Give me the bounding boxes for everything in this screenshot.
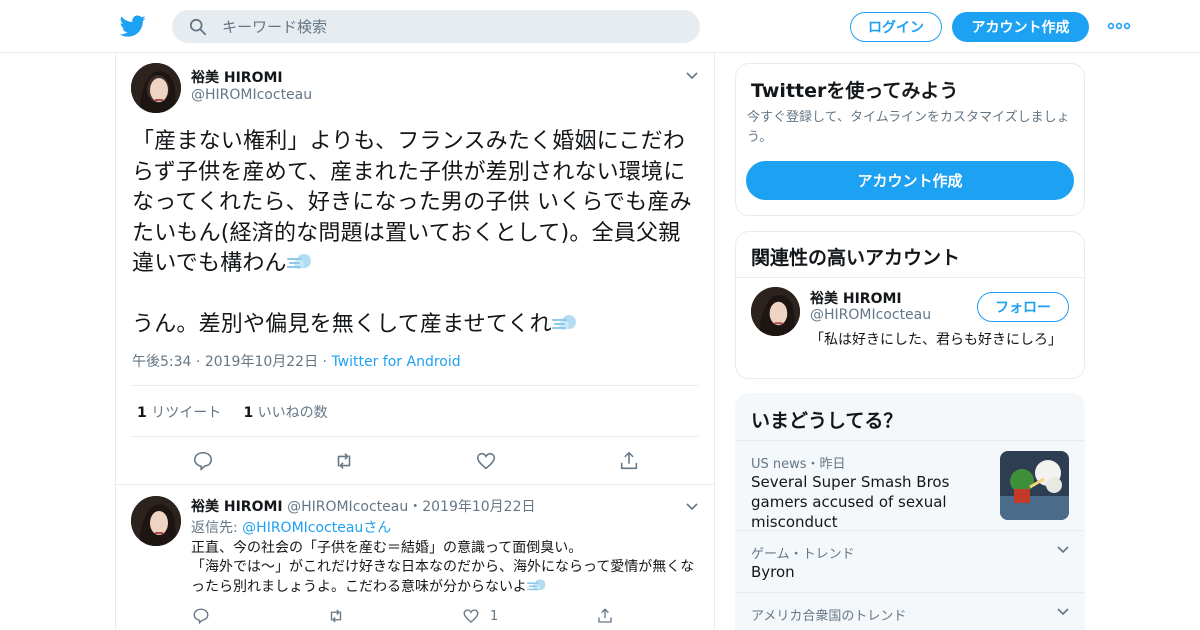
- author-name[interactable]: 裕美 HIROMI: [191, 67, 283, 87]
- trend-title[interactable]: Several Super Smash Bros gamers accused …: [751, 472, 996, 532]
- trends-title: いまどうしてる？: [751, 410, 903, 432]
- trend-thumbnail[interactable]: [1000, 451, 1069, 520]
- dash-emoji-icon: [551, 314, 576, 330]
- login-button[interactable]: ログイン: [850, 12, 942, 42]
- dash-emoji-icon: [286, 254, 311, 269]
- reply-text-body: 正直、今の社会の「子供を産む＝結婚」の意識って面倒臭い。 「海外では～」がこれだ…: [191, 540, 695, 595]
- avatar[interactable]: [131, 63, 181, 113]
- related-accounts-card: 関連性の高いアカウント 裕美 HIROMI @HIROMIcocteau フォロ…: [735, 231, 1085, 379]
- divider: [131, 385, 699, 386]
- search-icon: [189, 18, 207, 36]
- signup-button[interactable]: アカウント作成: [952, 12, 1089, 42]
- author-handle[interactable]: @HIROMIcocteau: [287, 499, 408, 515]
- reply-header: 裕美 HIROMI @HIROMIcocteau・2019年10月22日: [191, 499, 536, 515]
- reply-to-handle-link[interactable]: @HIROMIcocteau: [242, 520, 363, 536]
- reply-to-suffix: さん: [363, 520, 392, 536]
- retweet-icon[interactable]: [333, 450, 355, 472]
- retweet-icon[interactable]: [327, 607, 345, 625]
- reply-like-count: 1: [490, 609, 499, 624]
- related-account-bio: 「私は好きにした、君らも好きにしろ」: [810, 332, 1062, 348]
- tweet-text: 「産まない権利」よりも、フランスみたく婚姻にこだわらず子供を産めて、産まれた子供…: [132, 127, 702, 340]
- like-heart-icon[interactable]: [462, 607, 480, 625]
- like-heart-icon[interactable]: [475, 450, 497, 472]
- reply-icon[interactable]: [192, 450, 214, 472]
- tweet-metadata: 午後5:34 · 2019年10月22日 · Twitter for Andro…: [132, 354, 461, 370]
- tweet-date[interactable]: 2019年10月22日: [205, 354, 318, 370]
- trend-title[interactable]: Byron: [751, 562, 996, 582]
- divider: [736, 277, 1084, 278]
- main-timeline: 裕美 HIROMI @HIROMIcocteau 「産まない権利」よりも、フラン…: [115, 53, 715, 630]
- search-box[interactable]: [172, 10, 700, 43]
- like-count[interactable]: 1: [243, 405, 253, 421]
- signup-card-title: Twitterを使ってみよう: [751, 80, 959, 102]
- search-input[interactable]: [222, 10, 682, 43]
- create-account-button[interactable]: アカウント作成: [746, 161, 1074, 200]
- signup-card: Twitterを使ってみよう 今すぐ登録して、タイムラインをカスタマイズしましょ…: [735, 63, 1085, 216]
- related-account-handle[interactable]: @HIROMIcocteau: [810, 307, 931, 323]
- chevron-down-icon[interactable]: [1056, 607, 1070, 617]
- author-handle[interactable]: @HIROMIcocteau: [191, 87, 312, 103]
- avatar[interactable]: [131, 496, 181, 546]
- related-account-name[interactable]: 裕美 HIROMI: [810, 288, 902, 308]
- trends-card: いまどうしてる？ US news・昨日 Several Super Smash …: [735, 393, 1085, 630]
- tweet-stats: 1 リツイート 1 いいねの数: [137, 402, 328, 422]
- follow-button[interactable]: フォロー: [977, 292, 1069, 322]
- chevron-down-icon[interactable]: [685, 502, 699, 512]
- trend-item[interactable]: アメリカ合衆国のトレンド: [736, 592, 1084, 630]
- related-accounts-title: 関連性の高いアカウント: [751, 247, 961, 269]
- chevron-down-icon[interactable]: [1056, 545, 1070, 555]
- reply-to-label: 返信先:: [191, 520, 238, 536]
- tweet-text-part1: 「産まない権利」よりも、フランスみたく婚姻にこだわらず子供を産めて、産まれた子供…: [132, 129, 692, 276]
- reply-tweet[interactable]: 裕美 HIROMI @HIROMIcocteau・2019年10月22日 返信先…: [116, 486, 714, 630]
- trend-context: US news・昨日: [751, 457, 846, 472]
- reply-to-line: 返信先: @HIROMIcocteauさん: [191, 517, 391, 537]
- reply-icon[interactable]: [192, 607, 210, 625]
- more-options-icon[interactable]: [1107, 19, 1131, 33]
- chevron-down-icon[interactable]: [685, 71, 699, 81]
- share-icon[interactable]: [596, 607, 614, 625]
- reply-date[interactable]: 2019年10月22日: [422, 499, 535, 515]
- trend-item[interactable]: US news・昨日 Several Super Smash Bros game…: [736, 440, 1084, 532]
- focused-tweet: 裕美 HIROMI @HIROMIcocteau 「産まない権利」よりも、フラン…: [116, 53, 714, 485]
- signup-card-subtitle: 今すぐ登録して、タイムラインをカスタマイズしましょう。: [747, 110, 1070, 145]
- avatar[interactable]: [751, 287, 800, 336]
- retweet-label[interactable]: リツイート: [151, 405, 221, 421]
- tweet-text-part2: うん。差別や偏見を無くして産ませてくれ: [132, 311, 552, 337]
- twitter-bird-icon[interactable]: [120, 13, 146, 39]
- trend-context: アメリカ合衆国のトレンド: [751, 609, 907, 624]
- like-label[interactable]: いいねの数: [258, 405, 328, 421]
- author-name[interactable]: 裕美 HIROMI: [191, 499, 283, 515]
- tweet-source-link[interactable]: Twitter for Android: [331, 354, 460, 370]
- retweet-count[interactable]: 1: [137, 405, 147, 421]
- top-bar: ログイン アカウント作成: [0, 0, 1200, 53]
- trend-item[interactable]: ゲーム・トレンド Byron: [736, 530, 1084, 592]
- share-icon[interactable]: [618, 450, 640, 472]
- tweet-time[interactable]: 午後5:34: [132, 354, 191, 370]
- trend-context: ゲーム・トレンド: [751, 547, 855, 562]
- divider: [131, 436, 699, 437]
- dash-emoji-icon: [526, 579, 546, 591]
- reply-text: 正直、今の社会の「子供を産む＝結婚」の意識って面倒臭い。 「海外では～」がこれだ…: [191, 539, 701, 597]
